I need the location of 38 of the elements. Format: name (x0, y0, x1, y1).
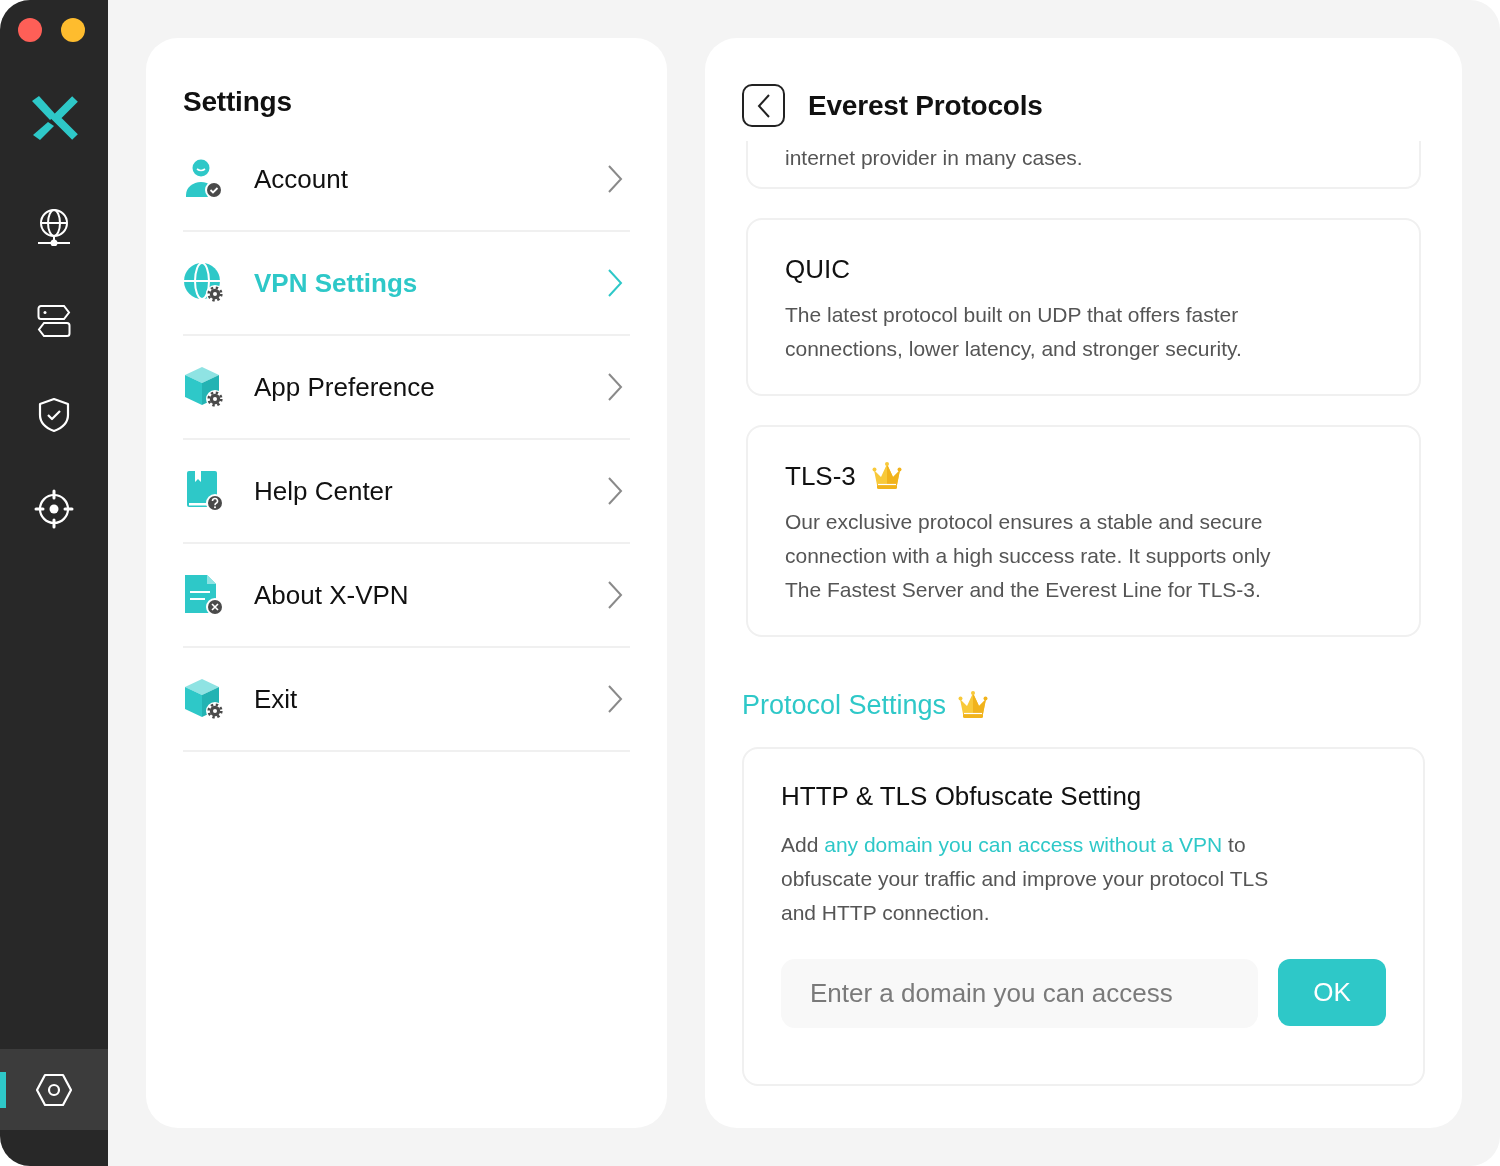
chevron-left-icon (756, 93, 771, 118)
settings-menu-item[interactable]: Help Center (183, 440, 630, 544)
protocol-title: TLS-3 (785, 460, 856, 493)
chevron-right-icon (607, 269, 623, 297)
protocol-title: QUIC (785, 253, 850, 286)
crosshair-icon (34, 489, 74, 529)
protocol-description: The latest protocol built on UDP that offers faster connections, lower latency, and stronger security. (785, 302, 1243, 362)
close-window-icon[interactable] (18, 18, 42, 42)
back-button[interactable] (742, 84, 785, 127)
cube-gear-icon (183, 678, 225, 720)
card-title: HTTP & TLS Obfuscate Setting (781, 780, 1143, 813)
x-logo (31, 96, 79, 140)
globe-network-icon (36, 208, 72, 246)
protocol-description: Our exclusive protocol ensures a stable and secure connection with a high success rate. It supports only The Fastest Server and the Everest Line for TLS-3. (785, 509, 1272, 603)
settings-menu-item[interactable]: Account (183, 128, 630, 232)
settings-menu-item[interactable]: App Preference (183, 336, 630, 440)
globe-gear-icon (183, 262, 225, 304)
document-x-icon (183, 574, 225, 616)
settings-menu-item[interactable]: About X-VPN (183, 544, 630, 648)
protocol-description: internet provider in many cases. (785, 145, 1084, 171)
chevron-right-icon (607, 373, 623, 401)
obfuscate-description: Add any domain you can access without a VPN to obfuscate your traffic and improve your protocol TLS and HTTP connection. (781, 832, 1270, 926)
shield-check-icon (37, 397, 71, 433)
page-title: Everest Protocols (808, 88, 1043, 123)
chevron-right-icon (607, 477, 623, 505)
settings-menu-item[interactable]: Exit (183, 648, 630, 752)
chevron-right-icon (607, 685, 623, 713)
selection-bar (0, 1071, 6, 1108)
cube-gear-icon (183, 366, 225, 408)
chevron-right-icon (607, 581, 623, 609)
tags-icon (36, 303, 72, 339)
settings-title: Settings (183, 85, 293, 119)
minimize-window-icon[interactable] (61, 18, 85, 42)
settings-icon (35, 1072, 73, 1107)
domain-input[interactable]: Enter a domain you can access (781, 959, 1258, 1028)
nav-button[interactable] (0, 1049, 108, 1130)
chevron-right-icon (607, 165, 623, 193)
section-heading: Protocol Settings (742, 689, 947, 722)
